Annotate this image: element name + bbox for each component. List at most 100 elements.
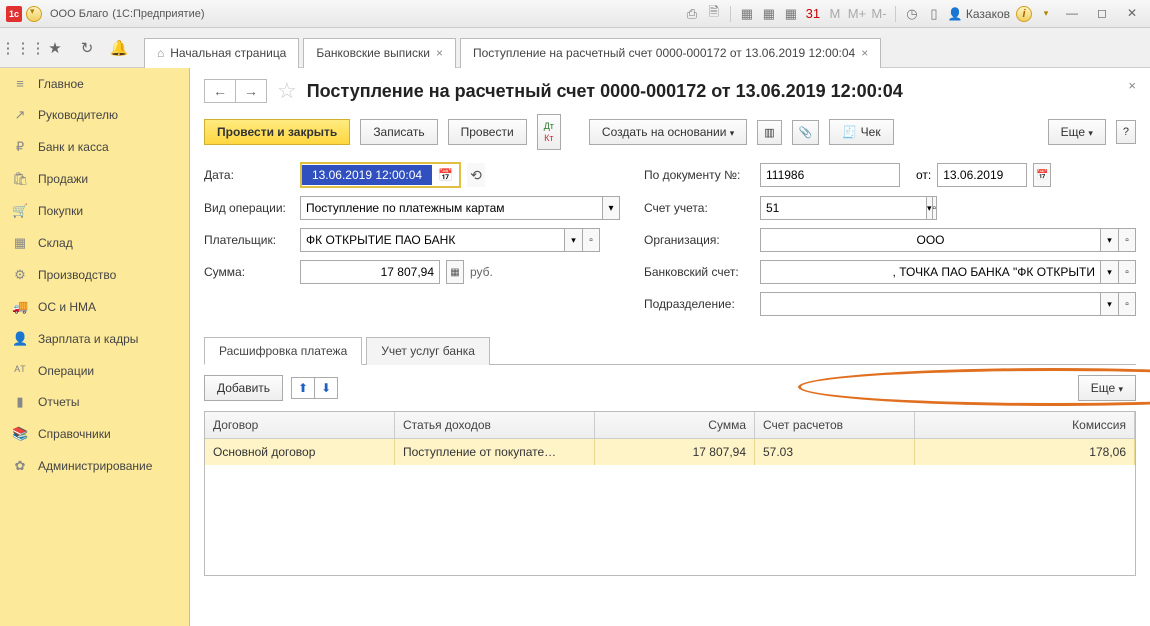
save-button[interactable]: Записать: [360, 119, 437, 145]
forward-button[interactable]: →: [235, 80, 266, 102]
col-sum[interactable]: Сумма: [595, 412, 755, 438]
open-icon[interactable]: ▫: [1118, 260, 1136, 284]
col-commission[interactable]: Комиссия: [915, 412, 1135, 438]
settings-icon: ✿: [12, 458, 28, 474]
col-account[interactable]: Счет расчетов: [755, 412, 915, 438]
minimize-button[interactable]: —: [1060, 5, 1084, 23]
panel-icon[interactable]: ▯: [926, 6, 942, 22]
division-input[interactable]: [760, 292, 1100, 316]
sidebar-item-operations[interactable]: ᴬᵀОперации: [0, 355, 189, 386]
col-income[interactable]: Статья доходов: [395, 412, 595, 438]
refresh-icon[interactable]: ⟲: [467, 163, 485, 187]
dropdown-icon[interactable]: ▾: [602, 196, 620, 220]
history-icon[interactable]: ↻: [74, 35, 100, 61]
sidebar-item-purchases[interactable]: 🛒Покупки: [0, 195, 189, 227]
account-label: Счет учета:: [644, 201, 754, 215]
sidebar-item-assets[interactable]: 🚚ОС и НМА: [0, 291, 189, 323]
clock-icon[interactable]: ◷: [904, 6, 920, 22]
open-icon[interactable]: ▫: [1118, 292, 1136, 316]
apps-icon[interactable]: ⋮⋮⋮: [10, 35, 36, 61]
sidebar-item-directories[interactable]: 📚Справочники: [0, 418, 189, 450]
post-button[interactable]: Провести: [448, 119, 527, 145]
link-button[interactable]: ▥: [757, 120, 781, 145]
bank-acc-input[interactable]: [760, 260, 1100, 284]
m-minus-icon[interactable]: M-: [871, 6, 887, 22]
favorites-icon[interactable]: ★: [42, 35, 68, 61]
button-label: Еще: [1091, 381, 1115, 395]
post-and-close-button[interactable]: Провести и закрыть: [204, 119, 350, 145]
calc-icon[interactable]: ▦: [739, 6, 755, 22]
tab-close-icon[interactable]: ×: [436, 46, 443, 60]
sidebar-item-sales[interactable]: 🛍Продажи: [0, 163, 189, 195]
payer-input[interactable]: [300, 228, 564, 252]
calc-icon[interactable]: ▦: [446, 260, 464, 284]
open-icon[interactable]: ▫: [932, 196, 938, 220]
calendar-icon[interactable]: 📅: [432, 168, 459, 182]
subtab-decode[interactable]: Расшифровка платежа: [204, 337, 362, 365]
sidebar-item-label: Зарплата и кадры: [38, 332, 138, 346]
dropdown-icon[interactable]: ▾: [1100, 260, 1118, 284]
sidebar-item-admin[interactable]: ✿Администрирование: [0, 450, 189, 482]
open-icon[interactable]: ▫: [582, 228, 600, 252]
tab-close-icon[interactable]: ×: [861, 46, 868, 60]
sidebar-item-main[interactable]: ≡Главное: [0, 68, 189, 99]
date-input[interactable]: [302, 165, 432, 185]
move-down-icon[interactable]: ⬇: [314, 378, 337, 398]
info-dropdown-icon[interactable]: ▾: [1038, 6, 1054, 22]
back-button[interactable]: ←: [205, 80, 235, 102]
bag-icon: 🛍: [12, 171, 28, 187]
sidebar-item-manager[interactable]: ↗Руководителю: [0, 99, 189, 131]
open-icon[interactable]: ▫: [1118, 228, 1136, 252]
dtkt-button[interactable]: ДтКт: [537, 114, 561, 150]
tab-home[interactable]: ⌂Начальная страница: [144, 38, 299, 68]
dropdown-icon[interactable]: ▾: [564, 228, 582, 252]
currency-label: руб.: [470, 265, 493, 279]
doc-date-input[interactable]: [937, 163, 1027, 187]
grid-icon[interactable]: ▦: [783, 6, 799, 22]
add-button[interactable]: Добавить: [204, 375, 283, 401]
cell-commission: 178,06: [915, 439, 1135, 465]
favorite-star-icon[interactable]: ☆: [277, 78, 297, 104]
more-grid-button[interactable]: Еще ▾: [1078, 375, 1136, 401]
sidebar-item-warehouse[interactable]: ▦Склад: [0, 227, 189, 259]
m-plus-icon[interactable]: M+: [849, 6, 865, 22]
doc-no-input[interactable]: [760, 163, 900, 187]
sidebar-item-bank[interactable]: ₽Банк и касса: [0, 131, 189, 163]
account-input[interactable]: [760, 196, 926, 220]
m-icon[interactable]: M: [827, 6, 843, 22]
preview-icon[interactable]: 🗎: [706, 6, 722, 22]
app-menu-dropdown[interactable]: [26, 6, 42, 22]
calendar-icon[interactable]: 📅: [1033, 163, 1051, 187]
sidebar-item-production[interactable]: ⚙Производство: [0, 259, 189, 291]
tab-receipt[interactable]: Поступление на расчетный счет 0000-00017…: [460, 38, 881, 68]
table-row[interactable]: Основной договор Поступление от покупате…: [205, 439, 1135, 465]
close-doc-icon[interactable]: ×: [1128, 78, 1136, 93]
subtab-bank-services[interactable]: Учет услуг банка: [366, 337, 490, 365]
more-button[interactable]: Еще ▾: [1048, 119, 1106, 145]
print-icon[interactable]: ⎙: [684, 6, 700, 22]
sidebar-item-reports[interactable]: ▮Отчеты: [0, 386, 189, 418]
help-button[interactable]: ?: [1116, 120, 1136, 144]
notifications-icon[interactable]: 🔔: [106, 35, 132, 61]
tab-bank-statements[interactable]: Банковские выписки×: [303, 38, 456, 68]
dropdown-icon[interactable]: ▾: [1100, 228, 1118, 252]
create-based-button[interactable]: Создать на основании ▾: [589, 119, 747, 145]
dropdown-icon[interactable]: ▾: [1100, 292, 1118, 316]
calendar-31-icon[interactable]: 31: [805, 6, 821, 22]
close-button[interactable]: ✕: [1120, 5, 1144, 23]
attach-button[interactable]: 📎: [792, 120, 820, 145]
op-type-input[interactable]: [300, 196, 602, 220]
calendar-icon[interactable]: ▦: [761, 6, 777, 22]
window-title-company: ООО Благо: [50, 8, 108, 20]
date-label: Дата:: [204, 168, 294, 182]
move-up-icon[interactable]: ⬆: [292, 378, 314, 398]
sidebar-item-salary[interactable]: 👤Зарплата и кадры: [0, 323, 189, 355]
sum-input[interactable]: [300, 260, 440, 284]
info-icon[interactable]: i: [1016, 6, 1032, 22]
user-display[interactable]: 👤Казаков: [948, 7, 1010, 21]
org-input[interactable]: [760, 228, 1100, 252]
division-label: Подразделение:: [644, 297, 754, 311]
col-contract[interactable]: Договор: [205, 412, 395, 438]
maximize-button[interactable]: ◻: [1090, 5, 1114, 23]
check-button[interactable]: 🧾 Чек: [829, 119, 893, 145]
